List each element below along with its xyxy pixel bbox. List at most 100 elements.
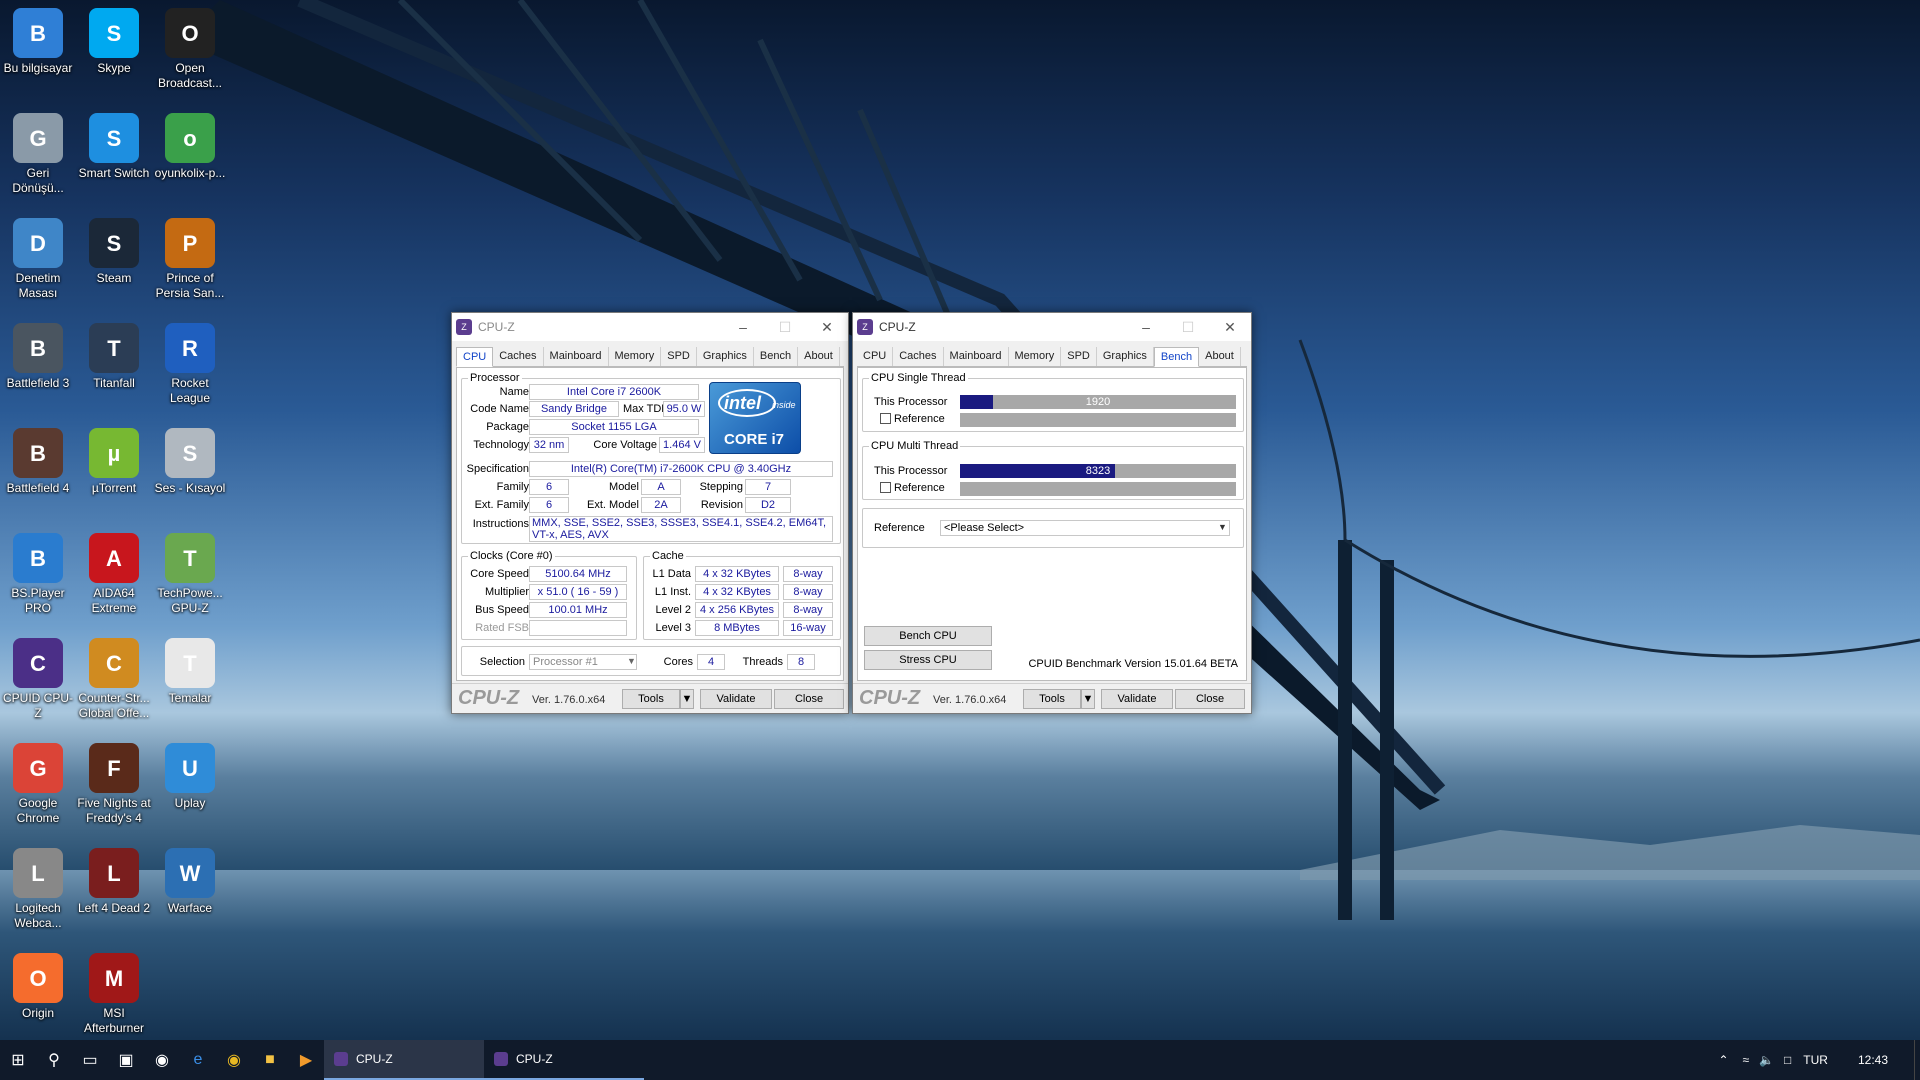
search-icon[interactable]: ⚲ [36, 1040, 72, 1080]
desktop-icon[interactable]: C Counter-Str... Global Offe... [76, 638, 152, 721]
windows-start-icon[interactable]: ⊞ [0, 1040, 36, 1080]
desktop-icon-label: MSI Afterburner [83, 1006, 145, 1035]
tab-spd[interactable]: SPD [661, 347, 697, 366]
desktop-icon[interactable]: G Geri Dönüşü... [0, 113, 76, 196]
network-icon[interactable]: ≈ [1743, 1053, 1750, 1067]
validate-button[interactable]: Validate [1101, 689, 1173, 709]
tools-button[interactable]: Tools [1023, 689, 1081, 709]
tools-dropdown-icon[interactable]: ▼ [680, 689, 694, 709]
tab-memory[interactable]: Memory [609, 347, 662, 366]
taskbar-app-label: CPU-Z [516, 1052, 553, 1066]
desktop-icon[interactable]: B Bu bilgisayar [0, 8, 76, 76]
language-indicator[interactable]: TUR [1803, 1053, 1828, 1067]
desktop-icon[interactable]: S Steam [76, 218, 152, 286]
cpu-panel: Processor Name Intel Core i7 2600K Code … [456, 367, 844, 681]
task-view-icon[interactable]: ▭ [72, 1040, 108, 1080]
desktop-icon[interactable]: B Battlefield 4 [0, 428, 76, 496]
tab-bench[interactable]: Bench [1153, 347, 1200, 367]
reference-select-label: Reference [874, 522, 925, 534]
tab-caches[interactable]: Caches [893, 347, 944, 366]
tab-about[interactable]: About [1199, 347, 1241, 366]
tab-graphics[interactable]: Graphics [1097, 347, 1154, 366]
desktop-icon-label: Bu bilgisayar [3, 61, 73, 75]
tab-spd[interactable]: SPD [1061, 347, 1097, 366]
technology-label: Technology [473, 439, 529, 451]
desktop-icon-label: Open Broadcast... [157, 61, 223, 90]
desktop-icon[interactable]: o oyunkolix-p... [152, 113, 228, 181]
desktop-icon[interactable]: C CPUID CPU-Z [0, 638, 76, 721]
csgo-icon: C [89, 638, 139, 688]
desktop-icon[interactable]: P Prince of Persia San... [152, 218, 228, 301]
tools-button[interactable]: Tools [622, 689, 680, 709]
tab-memory[interactable]: Memory [1009, 347, 1062, 366]
desktop-icon[interactable]: S Ses - Kısayol [152, 428, 228, 496]
tab-mainboard[interactable]: Mainboard [944, 347, 1009, 366]
desktop-icon[interactable]: µ µTorrent [76, 428, 152, 496]
stepping-value: 7 [745, 479, 791, 495]
chevron-down-icon[interactable]: ▼ [627, 656, 636, 666]
desktop-icon[interactable]: D Denetim Masası [0, 218, 76, 301]
desktop-icon[interactable]: O Open Broadcast... [152, 8, 228, 91]
close-window-button[interactable]: ✕ [1209, 313, 1251, 341]
tab-cpu[interactable]: CPU [857, 347, 894, 366]
clock[interactable]: 12:43 [1858, 1053, 1888, 1067]
desktop-icon[interactable]: S Smart Switch [76, 113, 152, 181]
close-window-button[interactable]: ✕ [806, 313, 848, 341]
model-value: A [641, 479, 681, 495]
tab-about[interactable]: About [798, 347, 840, 366]
tab-bench[interactable]: Bench [754, 347, 799, 366]
media-player-icon[interactable]: ▶ [288, 1040, 324, 1080]
desktop-icon[interactable]: S Skype [76, 8, 152, 76]
desktop-icon[interactable]: T TechPowe... GPU-Z [152, 533, 228, 616]
maximize-button[interactable]: ☐ [1167, 313, 1209, 341]
desktop-icon[interactable]: W Warface [152, 848, 228, 916]
title-bar[interactable]: Z CPU-Z – ☐ ✕ [452, 313, 848, 341]
single-reference-checkbox[interactable] [880, 413, 891, 424]
reference-select-dropdown[interactable]: <Please Select> [940, 520, 1230, 536]
taskbar-app-cpuz-2[interactable]: CPU-Z [484, 1040, 644, 1080]
close-button[interactable]: Close [1175, 689, 1245, 709]
desktop-icon[interactable]: O Origin [0, 953, 76, 1021]
selection-dropdown[interactable]: Processor #1 [529, 654, 637, 670]
desktop-icon[interactable]: B Battlefield 3 [0, 323, 76, 391]
tab-graphics[interactable]: Graphics [697, 347, 754, 366]
title-bar[interactable]: Z CPU-Z – ☐ ✕ [853, 313, 1251, 341]
tab-cpu[interactable]: CPU [456, 347, 494, 367]
tab-mainboard[interactable]: Mainboard [544, 347, 609, 366]
cpuz-window-cpu: Z CPU-Z – ☐ ✕ CPU Caches Mainboard Memor… [451, 312, 849, 714]
desktop-icon[interactable]: R Rocket League [152, 323, 228, 406]
desktop-icon[interactable]: F Five Nights at Freddy's 4 [76, 743, 152, 826]
edge-icon[interactable]: e [180, 1040, 216, 1080]
minimize-button[interactable]: – [722, 313, 764, 341]
smart-switch-icon: S [89, 113, 139, 163]
desktop-icon[interactable]: G Google Chrome [0, 743, 76, 826]
desktop-icon[interactable]: T Titanfall [76, 323, 152, 391]
close-button[interactable]: Close [774, 689, 844, 709]
desktop-icon[interactable]: M MSI Afterburner [76, 953, 152, 1036]
volume-icon[interactable]: 🔈 [1759, 1053, 1774, 1067]
taskbar-app-cpuz-1[interactable]: CPU-Z [324, 1040, 484, 1080]
maximize-button[interactable]: ☐ [764, 313, 806, 341]
store-icon[interactable]: ▣ [108, 1040, 144, 1080]
notification-icon[interactable]: □ [1784, 1053, 1791, 1067]
chrome-icon[interactable]: ◉ [216, 1040, 252, 1080]
tools-dropdown-icon[interactable]: ▼ [1081, 689, 1095, 709]
minimize-button[interactable]: – [1125, 313, 1167, 341]
app-icon[interactable]: ◉ [144, 1040, 180, 1080]
tab-caches[interactable]: Caches [493, 347, 544, 366]
bench-cpu-button[interactable]: Bench CPU [864, 626, 992, 646]
desktop-icon[interactable]: L Left 4 Dead 2 [76, 848, 152, 916]
file-explorer-icon[interactable]: ■ [252, 1040, 288, 1080]
multi-reference-checkbox[interactable] [880, 482, 891, 493]
desktop-icon-label: Left 4 Dead 2 [77, 901, 151, 915]
desktop-icon[interactable]: U Uplay [152, 743, 228, 811]
validate-button[interactable]: Validate [700, 689, 772, 709]
chevron-up-icon[interactable]: ⌃ [1718, 1053, 1728, 1067]
show-desktop-button[interactable] [1914, 1040, 1920, 1080]
desktop-icon[interactable]: A AIDA64 Extreme [76, 533, 152, 616]
chevron-down-icon[interactable]: ▼ [1218, 522, 1227, 532]
stress-cpu-button[interactable]: Stress CPU [864, 650, 992, 670]
desktop-icon[interactable]: B BS.Player PRO [0, 533, 76, 616]
desktop-icon[interactable]: T Temalar [152, 638, 228, 706]
desktop-icon[interactable]: L Logitech Webca... [0, 848, 76, 931]
